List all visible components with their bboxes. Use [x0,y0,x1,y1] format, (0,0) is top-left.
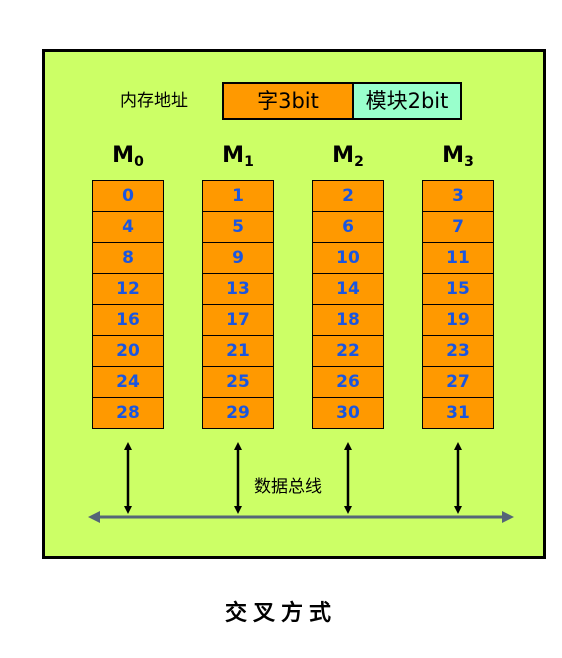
data-bus-label: 数据总线 [252,472,324,497]
bus-connectors [88,442,514,523]
figure-caption: 交叉方式 [224,600,337,626]
